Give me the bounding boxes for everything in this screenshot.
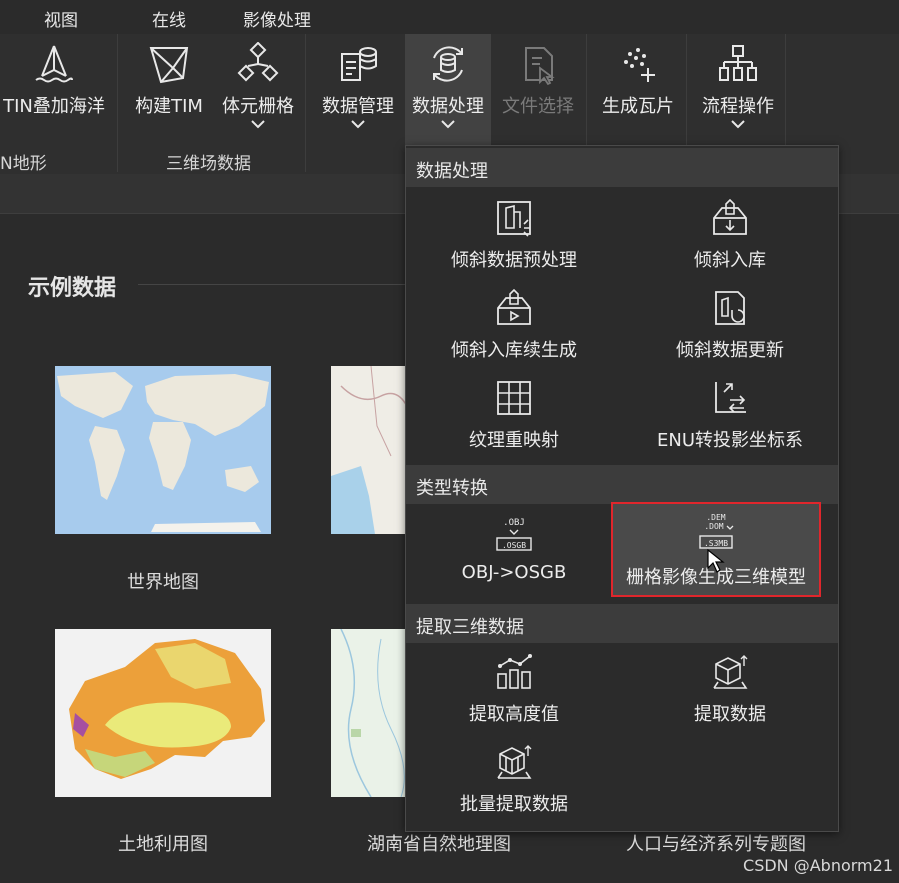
- chevron-down-icon: [441, 120, 455, 129]
- chevron-down-icon: [251, 120, 265, 129]
- oblique-import-item[interactable]: 倾斜入库: [622, 192, 838, 282]
- thumbnail-land-use[interactable]: [55, 629, 271, 797]
- oblique-continue-label: 倾斜入库续生成: [451, 340, 577, 361]
- menu-tab-online[interactable]: 在线: [152, 6, 186, 31]
- thumbnail-caption: 人口与经济系列专题图: [626, 834, 806, 855]
- batch-extract-item[interactable]: 批量提取数据: [406, 736, 622, 826]
- data-processing-dropdown: 数据处理 倾斜数据预处理 倾斜入库 倾斜入库续生成 倾斜数据更新 纹理重映射 E…: [405, 145, 839, 832]
- group-label-tin-terrain: N地形: [0, 154, 47, 174]
- land-use-map-image: [55, 629, 271, 797]
- oblique-update-icon: [715, 291, 745, 325]
- svg-text:.DOM: .DOM: [704, 522, 723, 531]
- extract-data-label: 提取数据: [694, 704, 766, 725]
- ribbon-divider: [117, 34, 118, 172]
- generate-tiles-icon: [624, 48, 655, 82]
- regional-map-image: [331, 366, 411, 534]
- dropdown-section-header: 提取三维数据: [406, 604, 838, 643]
- batch-extract-icon: [497, 745, 532, 779]
- batch-extract-label: 批量提取数据: [460, 794, 568, 815]
- dropdown-section-header: 类型转换: [406, 465, 838, 504]
- file-select-label: 文件选择: [502, 96, 574, 117]
- extract-data-icon: [713, 655, 748, 689]
- raster-to-3d-model-item[interactable]: .DEM .DOM .S3MB 栅格影像生成三维模型: [611, 502, 821, 597]
- dropdown-section-header: 数据处理: [406, 148, 838, 187]
- oblique-continue-item[interactable]: 倾斜入库续生成: [406, 282, 622, 372]
- workflow-label: 流程操作: [702, 96, 774, 117]
- svg-text:.OSGB: .OSGB: [502, 541, 526, 550]
- enu-projection-icon: [715, 382, 746, 413]
- data-processing-label: 数据处理: [412, 96, 484, 117]
- voxel-grid-icon: [237, 42, 279, 82]
- obj-to-osgb-label: OBJ->OSGB: [461, 562, 567, 583]
- menu-tab-view[interactable]: 视图: [44, 6, 78, 31]
- obj-to-osgb-item[interactable]: .OBJ .OSGB OBJ->OSGB: [406, 508, 622, 598]
- voxel-grid-label: 体元栅格: [222, 96, 294, 117]
- extract-height-item[interactable]: 提取高度值: [406, 646, 622, 736]
- data-processing-button[interactable]: 数据处理: [405, 34, 491, 146]
- chevron-down-icon: [731, 120, 745, 129]
- oblique-update-item[interactable]: 倾斜数据更新: [622, 282, 838, 372]
- texture-remap-item[interactable]: 纹理重映射: [406, 372, 622, 462]
- extract-data-item[interactable]: 提取数据: [622, 646, 838, 736]
- data-management-label: 数据管理: [322, 96, 394, 117]
- oblique-import-label: 倾斜入库: [694, 250, 766, 271]
- thumbnail-world-map[interactable]: [55, 366, 271, 534]
- oblique-preprocess-item[interactable]: 倾斜数据预处理: [406, 192, 622, 282]
- app-window: 视图 在线 影像处理 TIN叠加海洋 N地形 构建TIM 体元栅格 三维场数据 …: [0, 0, 899, 883]
- generate-tiles-label: 生成瓦片: [602, 96, 674, 117]
- world-map-image: [55, 366, 271, 534]
- svg-text:.S3MB: .S3MB: [704, 539, 728, 548]
- data-processing-icon: [433, 46, 463, 82]
- workflow-icon: [719, 45, 757, 81]
- svg-text:.DEM: .DEM: [706, 513, 725, 522]
- extract-height-icon: [497, 654, 532, 689]
- section-title: 示例数据: [28, 276, 117, 301]
- texture-remap-icon: [497, 381, 531, 415]
- hunan-map-image: [331, 629, 411, 797]
- enu-projection-label: ENU转投影坐标系: [656, 430, 803, 451]
- oblique-preprocess-icon: [497, 201, 531, 237]
- dem-dom-s3mb-icon: .DEM .DOM .S3MB: [699, 513, 734, 549]
- watermark: CSDN @Abnorm21: [743, 856, 893, 875]
- group-label-3d-field: 三维场数据: [166, 154, 251, 174]
- obj-osgb-icon: .OBJ .OSGB: [496, 518, 532, 551]
- tin-ocean-icon: [35, 45, 73, 83]
- thumbnail-map-2[interactable]: [331, 366, 411, 534]
- data-management-icon: [341, 47, 377, 81]
- file-select-icon: [525, 47, 555, 86]
- tin-overlay-ocean-label: TIN叠加海洋: [3, 96, 105, 117]
- thumbnail-caption: 土地利用图: [118, 834, 208, 855]
- chevron-down-icon: [351, 120, 365, 129]
- svg-text:.OBJ: .OBJ: [503, 518, 525, 528]
- oblique-preprocess-label: 倾斜数据预处理: [451, 250, 577, 271]
- extract-height-label: 提取高度值: [469, 704, 559, 725]
- thumbnail-caption: 世界地图: [127, 572, 199, 593]
- build-tim-label: 构建TIM: [135, 96, 203, 117]
- enu-projection-item[interactable]: ENU转投影坐标系: [622, 372, 838, 462]
- ribbon-divider: [305, 34, 306, 172]
- mouse-cursor-icon: [707, 548, 725, 573]
- oblique-continue-icon: [497, 288, 531, 325]
- thumbnail-caption: 湖南省自然地理图: [367, 834, 511, 855]
- menu-tab-image-processing[interactable]: 影像处理: [243, 6, 311, 31]
- menu-bar: 视图 在线 影像处理: [0, 0, 899, 34]
- data-management-button[interactable]: 数据管理: [312, 34, 404, 174]
- build-tim-icon: [149, 47, 189, 84]
- oblique-import-icon: [713, 198, 747, 235]
- oblique-update-label: 倾斜数据更新: [676, 340, 784, 361]
- section-divider: [138, 284, 406, 285]
- texture-remap-label: 纹理重映射: [469, 430, 559, 451]
- thumbnail-hunan[interactable]: [331, 629, 411, 797]
